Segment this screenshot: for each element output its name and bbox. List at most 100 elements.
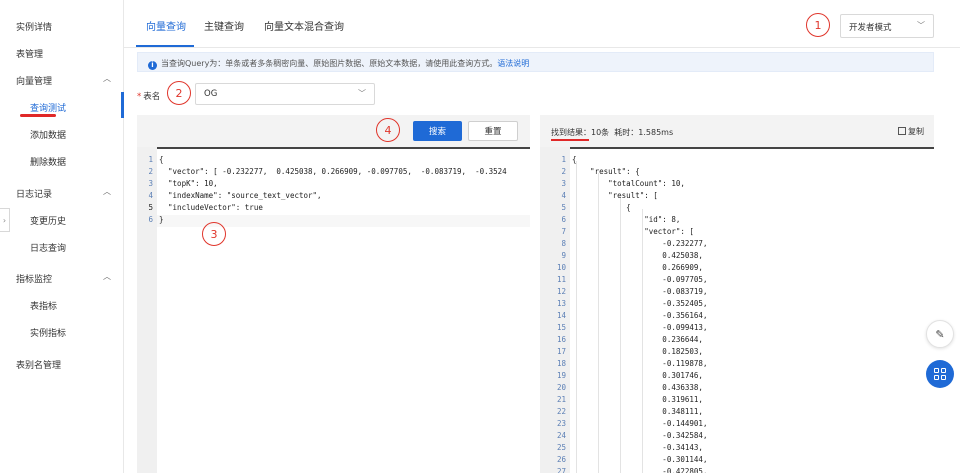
annotation-marker: 3 [202, 222, 226, 246]
line-number: 1 [561, 155, 566, 164]
info-text: 当查询Query为：单条或者多条稠密向量、原始图片数据、原始文本数据，请使用此查… [161, 59, 498, 68]
sidebar: 实例详情 表管理 向量管理 ︿ 查询测试 添加数据 删除数据 日志记录 ︿ 变更… [0, 0, 124, 473]
sidebar-item-log-query[interactable]: 日志查询 [30, 241, 66, 254]
code-text: 0.425038, [572, 251, 703, 260]
code-line: 25 -0.34143, [540, 443, 934, 455]
line-number: 13 [556, 299, 566, 308]
code-text: 0.436338, [572, 383, 703, 392]
sidebar-item-table-alias[interactable]: 表别名管理 [16, 358, 61, 371]
code-text: { [159, 155, 164, 164]
horizontal-scrollbar[interactable] [137, 147, 530, 149]
code-text: "vector": [ -0.232277, 0.425038, 0.26690… [159, 167, 507, 176]
query-editor[interactable]: 1{2 "vector": [ -0.232277, 0.425038, 0.2… [137, 147, 530, 473]
syntax-help-link[interactable]: 语法说明 [497, 59, 529, 68]
code-line: 15 -0.099413, [540, 323, 934, 335]
required-mark: * [137, 92, 142, 102]
line-number: 23 [556, 419, 566, 428]
sidebar-item-instance-details[interactable]: 实例详情 [16, 20, 52, 33]
code-text: { [572, 155, 577, 164]
reset-button[interactable]: 重置 [468, 121, 518, 141]
sidebar-item-table-metrics[interactable]: 表指标 [30, 299, 57, 312]
table-name-select[interactable]: OG ﹀ [195, 83, 375, 105]
sidebar-item-delete-data[interactable]: 删除数据 [30, 155, 66, 168]
code-text: -0.119878, [572, 359, 708, 368]
apps-float-button[interactable] [926, 360, 954, 388]
code-text: -0.34143, [572, 443, 703, 452]
sidebar-item-add-data[interactable]: 添加数据 [30, 128, 66, 141]
horizontal-scrollbar[interactable] [540, 147, 934, 149]
result-summary: 找到结果：10条 耗时：1.585ms [551, 127, 673, 138]
line-number: 18 [556, 359, 566, 368]
code-text: 0.301746, [572, 371, 703, 380]
active-indicator [121, 92, 124, 118]
tab-vector-query[interactable]: 向量查询 [146, 18, 186, 33]
code-text: -0.232277, [572, 239, 708, 248]
code-line: 16 0.236644, [540, 335, 934, 347]
search-button[interactable]: 搜索 [413, 121, 462, 141]
sidebar-group-label: 日志记录 [16, 190, 53, 200]
code-text: "indexName": "source_text_vector", [159, 191, 322, 200]
code-line: 6 "id": 8, [540, 215, 934, 227]
line-number: 8 [561, 239, 566, 248]
code-line: 3 "totalCount": 10, [540, 179, 934, 191]
mode-select[interactable]: 开发者模式 ﹀ [840, 14, 934, 38]
sidebar-group-metrics[interactable]: 指标监控 ︿ [16, 272, 115, 285]
code-line: 1{ [540, 155, 934, 167]
code-text: -0.301144, [572, 455, 708, 464]
copy-icon [898, 127, 906, 135]
line-number: 6 [561, 215, 566, 224]
code-line: 12 -0.083719, [540, 287, 934, 299]
table-name-value: OG [204, 89, 218, 99]
annotation-marker: 2 [167, 81, 191, 105]
line-number: 4 [148, 191, 153, 200]
query-toolbar: 搜索 重置 [137, 115, 530, 145]
sidebar-collapse-handle[interactable]: › [0, 208, 10, 232]
code-line: 9 0.425038, [540, 251, 934, 263]
line-number: 11 [556, 275, 566, 284]
sidebar-item-query-test[interactable]: 查询测试 [30, 101, 66, 114]
sidebar-item-table-management[interactable]: 表管理 [16, 47, 43, 60]
sidebar-item-instance-metrics[interactable]: 实例指标 [30, 326, 66, 339]
code-text: "includeVector": true [159, 203, 263, 212]
line-number: 24 [556, 431, 566, 440]
line-number: 12 [556, 287, 566, 296]
info-banner: i 当查询Query为：单条或者多条稠密向量、原始图片数据、原始文本数据，请使用此… [137, 52, 934, 72]
code-line: 19 0.301746, [540, 371, 934, 383]
line-number: 14 [556, 311, 566, 320]
line-number: 9 [561, 251, 566, 260]
code-line: 27 -0.422805, [540, 467, 934, 473]
code-text: } [159, 215, 164, 224]
line-number: 20 [556, 383, 566, 392]
result-viewer[interactable]: 1{2 "result": {3 "totalCount": 10, 4 "res… [540, 147, 934, 473]
code-text: 0.266909, [572, 263, 703, 272]
chevron-up-icon: ︿ [103, 187, 111, 196]
line-number: 27 [556, 467, 566, 473]
line-number: 25 [556, 443, 566, 452]
annotation-underline [551, 139, 589, 141]
result-time: 耗时：1.585ms [614, 128, 674, 137]
chevron-up-icon: ︿ [103, 272, 111, 281]
sidebar-item-change-history[interactable]: 变更历史 [30, 214, 66, 227]
edit-float-button[interactable]: ✎ [926, 320, 954, 348]
code-line: 3 "topK": 10, [137, 179, 530, 191]
tab-primary-key-query[interactable]: 主键查询 [204, 18, 244, 33]
code-text: -0.083719, [572, 287, 708, 296]
info-icon: i [148, 61, 157, 70]
code-text: -0.099413, [572, 323, 708, 332]
tab-hybrid-query[interactable]: 向量文本混合查询 [264, 18, 344, 33]
line-number: 21 [556, 395, 566, 404]
code-line: 6} [137, 215, 530, 227]
app-root: 实例详情 表管理 向量管理 ︿ 查询测试 添加数据 删除数据 日志记录 ︿ 变更… [0, 0, 960, 473]
line-number: 7 [561, 227, 566, 236]
line-number: 16 [556, 335, 566, 344]
result-found-label: 找到结果： [551, 128, 591, 137]
code-text: -0.422805, [572, 467, 708, 473]
code-line: 14 -0.356164, [540, 311, 934, 323]
copy-button[interactable]: 复制 [898, 126, 924, 137]
sidebar-group-logs[interactable]: 日志记录 ︿ [16, 187, 115, 200]
line-number: 2 [148, 167, 153, 176]
sidebar-group-vector-management[interactable]: 向量管理 ︿ [16, 74, 115, 87]
sidebar-group-label: 向量管理 [16, 77, 53, 87]
code-text: -0.356164, [572, 311, 708, 320]
line-number: 2 [561, 167, 566, 176]
